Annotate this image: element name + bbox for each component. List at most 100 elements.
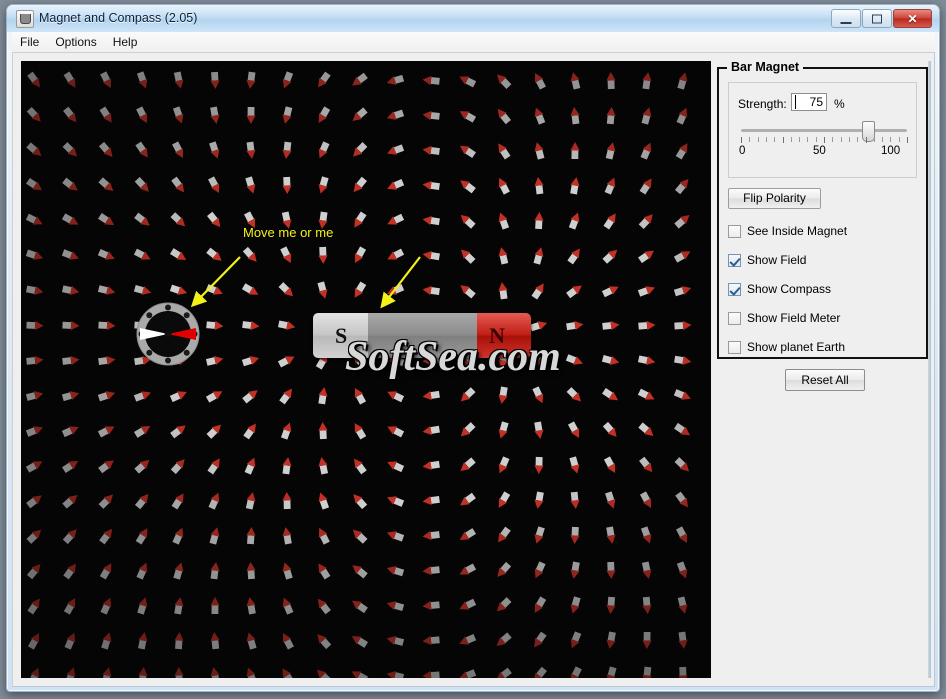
checkbox-icon[interactable] [728, 225, 741, 238]
field-vector-arrow [136, 562, 148, 580]
simulation-canvas[interactable]: S N Move me or me SoftSea.com [21, 61, 711, 678]
field-vector-arrow [422, 495, 440, 506]
field-vector-arrow [498, 177, 510, 195]
percent-label: % [834, 97, 845, 111]
slider-tick [824, 137, 825, 143]
field-vector-arrow [386, 109, 405, 120]
field-vector-arrow [134, 212, 150, 226]
reset-all-button[interactable]: Reset All [785, 369, 865, 391]
field-vector-arrow [459, 145, 476, 159]
field-vector-arrow [210, 106, 220, 124]
field-vector-arrow [570, 526, 580, 544]
flip-polarity-button[interactable]: Flip Polarity [728, 188, 821, 209]
field-vector-arrow [498, 456, 510, 474]
field-vector-arrow [206, 424, 222, 439]
checkbox-label: Show planet Earth [747, 340, 846, 354]
field-vector-arrow [245, 492, 256, 510]
title-bar[interactable]: Magnet and Compass (2.05) ✕ [7, 5, 939, 32]
checkbox-icon[interactable] [728, 341, 741, 354]
checkbox-icon[interactable] [728, 254, 741, 267]
application-window: Magnet and Compass (2.05) ✕ File Options… [6, 4, 940, 692]
field-vector-arrow [641, 561, 652, 579]
field-vector-arrow [209, 141, 220, 159]
field-vector-arrow [675, 143, 688, 160]
field-vector-arrow [27, 71, 41, 88]
java-cup-icon [16, 10, 34, 28]
checkbox-icon[interactable] [728, 312, 741, 325]
field-vector-arrow [172, 527, 184, 545]
field-vector-arrow [208, 492, 220, 510]
field-vector-arrow [673, 286, 692, 297]
field-vector-arrow [246, 597, 256, 615]
strength-slider-track[interactable] [741, 129, 907, 132]
field-vector-arrow [534, 421, 544, 439]
maximize-button[interactable] [862, 9, 892, 28]
field-vector-arrow [459, 598, 477, 610]
field-vector-arrow [459, 634, 477, 645]
field-vector-arrow [642, 72, 652, 90]
field-vector-arrow [674, 457, 690, 472]
field-vector-arrow [63, 71, 76, 88]
field-vector-arrow [460, 285, 476, 299]
field-vector-arrow [98, 460, 114, 474]
field-vector-arrow [318, 422, 328, 440]
field-vector-arrow [61, 391, 80, 402]
field-vector-arrow [640, 526, 652, 544]
field-vector-arrow [170, 425, 186, 439]
field-vector-arrow [531, 283, 544, 300]
panel-edge [928, 61, 931, 678]
field-vector-arrow [422, 670, 440, 678]
field-vector-arrow [460, 492, 476, 506]
field-vector-arrow [602, 421, 617, 437]
field-vector-arrow [387, 496, 405, 507]
field-vector-arrow [569, 456, 580, 474]
field-vector-arrow [246, 71, 256, 89]
field-vector-arrow [25, 213, 43, 225]
close-button[interactable]: ✕ [893, 9, 932, 28]
field-vector-arrow [498, 491, 511, 508]
field-vector-arrow [570, 142, 580, 160]
field-vector-arrow [353, 142, 368, 157]
field-vector-arrow [497, 561, 512, 577]
field-vector-arrow [282, 562, 293, 580]
checkbox-icon[interactable] [728, 283, 741, 296]
field-vector-arrow [135, 528, 148, 545]
menu-item-options[interactable]: Options [47, 32, 104, 53]
field-vector-arrow [318, 71, 331, 88]
field-vector-arrow [26, 177, 43, 191]
field-vector-arrow [136, 106, 148, 124]
field-vector-arrow [354, 246, 367, 263]
field-vector-arrow [352, 107, 368, 122]
field-vector-arrow [246, 141, 256, 159]
checkbox-label: Show Field [747, 253, 807, 267]
control-panel: Bar Magnet Strength: 75 % 0 50 100 Flip … [713, 60, 931, 678]
field-vector-arrow [62, 494, 78, 509]
field-vector-arrow [422, 285, 440, 296]
field-vector-arrow [277, 320, 296, 331]
field-vector-arrow [100, 71, 112, 89]
slider-tick [848, 137, 850, 142]
field-vector-arrow [565, 354, 583, 365]
minimize-button[interactable] [831, 9, 861, 28]
field-vector-arrow [169, 248, 187, 260]
field-vector-arrow [566, 387, 581, 402]
field-vector-arrow [601, 286, 619, 298]
menu-item-help[interactable]: Help [105, 32, 146, 53]
field-vector-arrow [606, 666, 617, 678]
field-vector-arrow [317, 281, 328, 299]
menu-item-file[interactable]: File [12, 32, 47, 53]
field-vector-arrow [534, 72, 546, 90]
field-vector-arrow [459, 111, 477, 123]
field-vector-arrow [422, 635, 440, 646]
field-vector-arrow [352, 529, 368, 544]
slider-tick [790, 137, 792, 142]
field-vector-arrow [354, 458, 367, 475]
field-vector-arrow [498, 421, 509, 439]
field-vector-arrow [28, 667, 40, 678]
field-vector-arrow [422, 110, 440, 121]
field-vector-arrow [26, 495, 42, 509]
strength-input[interactable]: 75 [791, 93, 827, 111]
watermark: SoftSea.com [345, 334, 561, 380]
slider-tick-label-100: 100 [881, 145, 901, 157]
compass[interactable] [135, 301, 201, 367]
